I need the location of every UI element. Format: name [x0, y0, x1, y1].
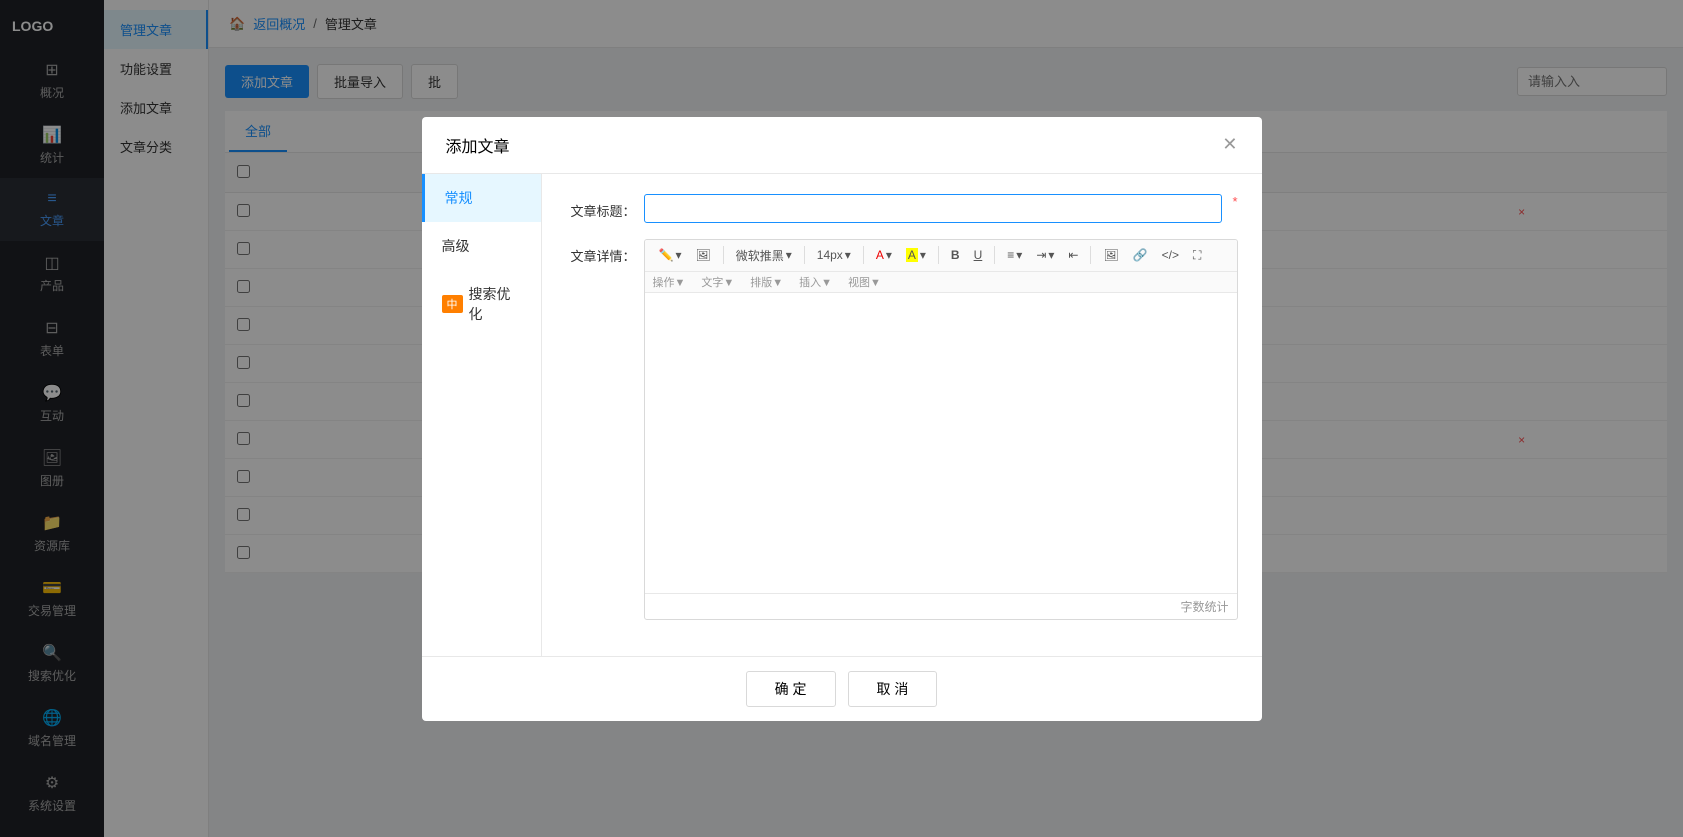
detail-label: 文章详情： [566, 239, 636, 265]
code-icon: </> [1162, 248, 1179, 262]
add-article-modal: 添加文章 ✕ 常规 高级 中 搜索优化 文章 [422, 117, 1262, 721]
modal-content: 文章标题： * 文章详情： ✏️ ▾ [542, 174, 1262, 656]
action-group-label: 操作▼ [653, 274, 686, 290]
confirm-button[interactable]: 确 定 [746, 671, 836, 707]
bold-icon: B [951, 248, 960, 262]
seo-badge: 中 [442, 295, 463, 313]
editor-code-btn[interactable]: </> [1156, 245, 1185, 265]
align-icon: ≡ [1007, 248, 1014, 262]
indent-icon: ⇥ [1036, 248, 1046, 262]
separator-4 [938, 246, 939, 264]
editor-indent-btn[interactable]: ⇥ ▾ [1030, 245, 1060, 265]
layout-group-label: 排版▼ [750, 274, 783, 290]
editor-font-color-btn[interactable]: A ▾ [870, 245, 898, 265]
editor-underline-btn[interactable]: U [968, 245, 989, 265]
outdent-icon: ⇤ [1068, 248, 1078, 262]
modal-nav-general[interactable]: 常规 [422, 174, 541, 222]
link-icon: 🔗 [1133, 248, 1148, 262]
view-group-label: 视图▼ [848, 274, 881, 290]
detail-form-row: 文章详情： ✏️ ▾ 🖼 [566, 239, 1238, 620]
insert-group-label: 插入▼ [799, 274, 832, 290]
editor-font-btn[interactable]: 微软推黑 ▾ [730, 244, 798, 267]
editor-footer: 字数统计 [645, 593, 1237, 619]
separator-1 [723, 246, 724, 264]
modal-overlay[interactable]: 添加文章 ✕ 常规 高级 中 搜索优化 文章 [0, 0, 1683, 837]
insert-image-icon: 🖼 [1103, 248, 1118, 262]
editor-fullscreen-btn[interactable]: ⛶ [1187, 245, 1207, 266]
title-label: 文章标题： [566, 194, 636, 220]
underline-icon: U [974, 248, 983, 262]
separator-3 [863, 246, 864, 264]
font-color-icon: A [876, 248, 884, 262]
article-editor: ✏️ ▾ 🖼 微软推黑 ▾ [644, 239, 1238, 620]
editor-link-btn[interactable]: 🔗 [1127, 245, 1154, 265]
editor-align-btn[interactable]: ≡ ▾ [1001, 245, 1028, 265]
title-required: * [1232, 194, 1237, 209]
text-group-label: 文字▼ [701, 274, 734, 290]
modal-footer: 确 定 取 消 [422, 656, 1262, 721]
editor-image-btn[interactable]: 🖼 [689, 245, 716, 265]
edit-icon: ✏️ [659, 248, 674, 262]
separator-6 [1090, 246, 1091, 264]
editor-size-btn[interactable]: 14px ▾ [811, 245, 857, 265]
editor-insert-image-btn[interactable]: 🖼 [1097, 245, 1124, 265]
modal-body: 常规 高级 中 搜索优化 文章标题： * [422, 174, 1262, 656]
editor-bg-color-btn[interactable]: A ▾ [900, 245, 932, 265]
editor-body[interactable] [645, 293, 1237, 593]
article-title-input[interactable] [644, 194, 1223, 223]
bg-color-icon: A [906, 248, 918, 262]
modal-close-button[interactable]: ✕ [1222, 134, 1237, 155]
title-form-row: 文章标题： * [566, 194, 1238, 223]
editor-action-btn[interactable]: ✏️ ▾ [653, 245, 688, 265]
cancel-button[interactable]: 取 消 [848, 671, 938, 707]
editor-bold-btn[interactable]: B [945, 245, 966, 265]
modal-nav-advanced[interactable]: 高级 [422, 222, 541, 270]
modal-title: 添加文章 [446, 133, 510, 157]
fullscreen-icon: ⛶ [1193, 248, 1201, 263]
editor-outdent-btn[interactable]: ⇤ [1062, 245, 1084, 265]
modal-nav: 常规 高级 中 搜索优化 [422, 174, 542, 656]
editor-toolbar: ✏️ ▾ 🖼 微软推黑 ▾ [645, 240, 1237, 272]
modal-nav-seo[interactable]: 中 搜索优化 [422, 270, 541, 338]
modal-header: 添加文章 ✕ [422, 117, 1262, 174]
separator-2 [804, 246, 805, 264]
editor-toolbar-labels: 操作▼ 文字▼ 排版▼ 插入▼ 视图▼ [645, 272, 1237, 293]
image-icon: 🖼 [695, 248, 710, 262]
separator-5 [994, 246, 995, 264]
